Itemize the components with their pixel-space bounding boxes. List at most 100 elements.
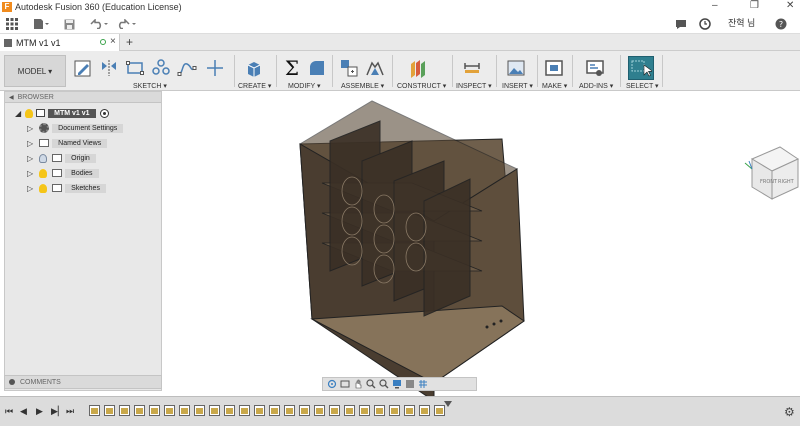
browser-item-bodies[interactable]: ▷ Bodies xyxy=(27,167,99,179)
lightbulb-icon[interactable] xyxy=(25,108,34,118)
timeline-feature-icon[interactable] xyxy=(134,405,145,416)
timeline-feature-icon[interactable] xyxy=(224,405,235,416)
timeline-feature-icon[interactable] xyxy=(194,405,205,416)
timeline-feature-icon[interactable] xyxy=(314,405,325,416)
orbit-icon[interactable] xyxy=(327,379,337,389)
minimize-button[interactable]: – xyxy=(712,0,718,11)
expand-triangle-icon[interactable]: ▷ xyxy=(27,169,33,178)
construct-group-label[interactable]: CONSTRUCT ▾ xyxy=(397,82,446,90)
user-account-menu[interactable]: 잔혁 님 xyxy=(728,16,755,29)
display-settings-icon[interactable] xyxy=(392,379,402,389)
browser-root-item[interactable]: ◢ MTM v1 v1 xyxy=(15,107,109,119)
timeline-feature-icon[interactable] xyxy=(359,405,370,416)
timeline-feature-icon[interactable] xyxy=(179,405,190,416)
expand-triangle-icon[interactable]: ▷ xyxy=(27,184,33,193)
viewcube[interactable]: FRONT RIGHT xyxy=(744,146,800,200)
step-forward-icon[interactable]: ▶▏ xyxy=(51,406,65,417)
go-to-end-icon[interactable]: ⏭ xyxy=(66,406,74,417)
lightbulb-off-icon[interactable] xyxy=(39,153,48,163)
visual-style-icon[interactable] xyxy=(405,379,415,389)
lightbulb-icon[interactable] xyxy=(39,183,48,193)
scripts-addins-icon[interactable] xyxy=(584,57,606,79)
new-component-icon[interactable] xyxy=(338,57,360,79)
step-back-icon[interactable]: ◀ xyxy=(20,406,27,417)
expand-triangle-icon[interactable]: ▷ xyxy=(27,154,33,163)
timeline-feature-icon[interactable] xyxy=(149,405,160,416)
fit-zoom-icon[interactable] xyxy=(379,379,389,389)
expand-triangle-icon[interactable]: ▷ xyxy=(27,124,33,133)
play-icon[interactable]: ▶ xyxy=(36,406,43,417)
point-sketch-icon[interactable] xyxy=(204,57,226,79)
expand-triangle-icon[interactable]: ▷ xyxy=(27,139,33,148)
collapse-triangle-icon[interactable]: ◢ xyxy=(15,109,21,118)
browser-item-sketches[interactable]: ▷ Sketches xyxy=(27,182,106,194)
data-panel-grid-icon[interactable] xyxy=(4,16,20,32)
timeline-feature-icon[interactable] xyxy=(374,405,385,416)
look-at-icon[interactable] xyxy=(340,379,350,389)
sigma-parameters-icon[interactable]: Σ xyxy=(281,57,303,79)
close-tab-icon[interactable]: × xyxy=(110,36,116,47)
extrude-icon[interactable] xyxy=(243,57,265,79)
collapse-triangle-icon[interactable]: ◀ xyxy=(9,94,14,101)
activate-radio-icon[interactable] xyxy=(99,108,109,118)
pattern-sketch-icon[interactable] xyxy=(150,57,172,79)
timeline-feature-icon[interactable] xyxy=(389,405,400,416)
go-to-start-icon[interactable]: ⏮ xyxy=(5,406,13,417)
lightbulb-icon[interactable] xyxy=(39,168,48,178)
3d-print-icon[interactable] xyxy=(543,57,565,79)
timeline-feature-icon[interactable] xyxy=(119,405,130,416)
browser-item-document-settings[interactable]: ▷ Document Settings xyxy=(27,122,124,134)
notifications-icon[interactable] xyxy=(674,16,688,32)
comments-panel[interactable]: COMMENTS xyxy=(4,375,162,389)
assemble-group-label[interactable]: ASSEMBLE ▾ xyxy=(341,82,384,90)
rectangle-sketch-icon[interactable] xyxy=(124,57,146,79)
sketch-group-label[interactable]: SKETCH ▾ xyxy=(133,82,167,90)
timeline-feature-icon[interactable] xyxy=(329,405,340,416)
grid-settings-icon[interactable] xyxy=(418,379,428,389)
create-group-label[interactable]: CREATE ▾ xyxy=(238,82,271,90)
make-group-label[interactable]: MAKE ▾ xyxy=(542,82,567,90)
insert-group-label[interactable]: INSERT ▾ xyxy=(502,82,533,90)
zoom-icon[interactable] xyxy=(366,379,376,389)
timeline-feature-icon[interactable] xyxy=(284,405,295,416)
inspect-group-label[interactable]: INSPECT ▾ xyxy=(456,82,492,90)
browser-item-origin[interactable]: ▷ Origin xyxy=(27,152,96,164)
workspace-switcher[interactable]: MODEL ▾ xyxy=(4,55,66,87)
restore-button[interactable]: ❐ xyxy=(750,0,759,11)
browser-item-named-views[interactable]: ▷ Named Views xyxy=(27,137,108,149)
undo-icon[interactable] xyxy=(88,16,110,32)
offset-plane-icon[interactable] xyxy=(407,57,429,79)
timeline-feature-icon[interactable] xyxy=(239,405,250,416)
create-sketch-icon[interactable] xyxy=(72,57,94,79)
timeline-feature-icon[interactable] xyxy=(254,405,265,416)
save-icon[interactable] xyxy=(62,16,76,32)
file-menu-icon[interactable] xyxy=(32,16,50,32)
modify-group-label[interactable]: MODIFY ▾ xyxy=(288,82,321,90)
timeline-settings-gear-icon[interactable]: ⚙ xyxy=(784,405,795,419)
insert-canvas-icon[interactable] xyxy=(505,57,527,79)
fillet-icon[interactable] xyxy=(306,57,328,79)
select-tool-icon[interactable] xyxy=(628,56,654,80)
browser-header[interactable]: ◀ BROWSER xyxy=(5,92,161,103)
spline-sketch-icon[interactable] xyxy=(176,57,198,79)
canvas-viewport[interactable]: FRONT RIGHT xyxy=(162,91,800,402)
help-icon[interactable]: ? xyxy=(774,16,788,32)
timeline-feature-icon[interactable] xyxy=(89,405,100,416)
timeline-feature-icon[interactable] xyxy=(104,405,115,416)
add-ins-group-label[interactable]: ADD-INS ▾ xyxy=(579,82,613,90)
pan-hand-icon[interactable] xyxy=(353,379,363,389)
timeline-feature-icon[interactable] xyxy=(299,405,310,416)
timeline-feature-icon[interactable] xyxy=(164,405,175,416)
select-group-label[interactable]: SELECT ▾ xyxy=(626,82,659,90)
redo-icon[interactable] xyxy=(116,16,138,32)
measure-icon[interactable] xyxy=(461,57,483,79)
timeline-feature-icon[interactable] xyxy=(404,405,415,416)
timeline-feature-icon[interactable] xyxy=(269,405,280,416)
job-status-clock-icon[interactable] xyxy=(698,16,712,32)
comments-expand-icon[interactable] xyxy=(9,379,15,385)
new-tab-button[interactable]: + xyxy=(126,35,133,49)
timeline-marker-icon[interactable] xyxy=(444,401,452,407)
timeline-feature-icon[interactable] xyxy=(344,405,355,416)
document-tab[interactable]: MTM v1 v1 × xyxy=(0,34,120,51)
mirror-sketch-icon[interactable] xyxy=(98,57,120,79)
